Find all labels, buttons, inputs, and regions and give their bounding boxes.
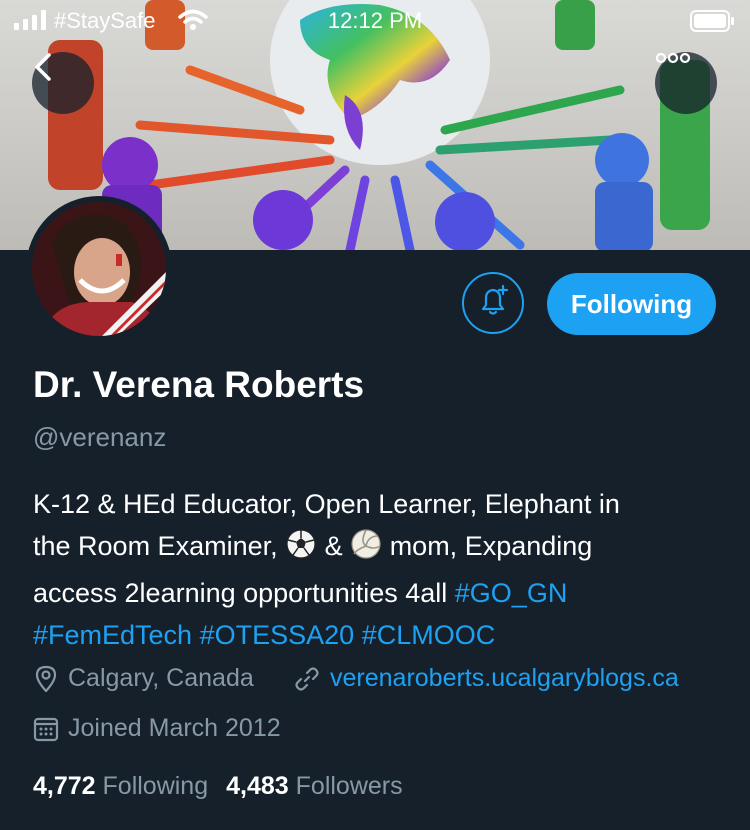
bio-text: mom, Expanding bbox=[389, 531, 593, 561]
hashtag-link[interactable]: #GO_GN bbox=[455, 578, 568, 608]
profile-bio: K-12 & HEd Educator, Open Learner, Eleph… bbox=[33, 483, 723, 656]
back-button[interactable] bbox=[32, 52, 94, 114]
bio-text: the Room Examiner, bbox=[33, 531, 278, 561]
following-button[interactable]: Following bbox=[547, 273, 716, 335]
status-bar: #StaySafe 12:12 PM bbox=[0, 0, 750, 40]
profile-location: Calgary, Canada bbox=[33, 664, 254, 693]
bell-plus-icon bbox=[476, 284, 510, 323]
followers-count: 4,483 bbox=[226, 772, 289, 800]
hashtag-link[interactable]: #OTESSA20 bbox=[200, 620, 355, 650]
joined-text: Joined March 2012 bbox=[68, 714, 281, 742]
hashtag-link[interactable]: #FemEdTech bbox=[33, 620, 192, 650]
avatar-frame[interactable] bbox=[26, 196, 172, 342]
volleyball-icon bbox=[350, 528, 382, 572]
soccer-ball-icon bbox=[285, 528, 317, 572]
bio-text: & bbox=[324, 531, 343, 561]
followers-stat[interactable]: 4,483 Followers bbox=[226, 772, 403, 800]
bio-line: #FemEdTech #OTESSA20 #CLMOOC bbox=[33, 614, 723, 656]
link-icon bbox=[293, 665, 321, 693]
hashtag-link[interactable]: #CLMOOC bbox=[362, 620, 496, 650]
status-time: 12:12 PM bbox=[327, 8, 423, 33]
bio-line: access 2learning opportunities 4all #GO_… bbox=[33, 572, 723, 614]
profile-website[interactable]: verenaroberts.ucalgaryblogs.ca bbox=[293, 664, 679, 693]
following-stat[interactable]: 4,772 Following bbox=[33, 772, 208, 800]
location-text: Calgary, Canada bbox=[68, 664, 254, 692]
website-link[interactable]: verenaroberts.ucalgaryblogs.ca bbox=[330, 664, 679, 693]
bio-line: the Room Examiner, & mom, Expanding bbox=[33, 525, 723, 572]
follow-stats: 4,772 Following 4,483 Followers bbox=[33, 772, 403, 801]
calendar-icon bbox=[33, 716, 59, 742]
more-options-button[interactable] bbox=[655, 52, 717, 114]
profile-handle: @verenanz bbox=[33, 422, 167, 452]
profile-name: Dr. Verena Roberts bbox=[33, 364, 365, 405]
followers-label: Followers bbox=[295, 772, 403, 800]
bio-line: K-12 & HEd Educator, Open Learner, Eleph… bbox=[33, 489, 620, 519]
bio-text: access 2learning opportunities 4all bbox=[33, 578, 448, 608]
location-pin-icon bbox=[33, 665, 59, 693]
following-count: 4,772 bbox=[33, 772, 96, 800]
avatar bbox=[32, 202, 166, 336]
following-label: Following bbox=[102, 772, 209, 800]
profile-joined: Joined March 2012 bbox=[33, 714, 281, 743]
notifications-button[interactable] bbox=[462, 272, 524, 334]
